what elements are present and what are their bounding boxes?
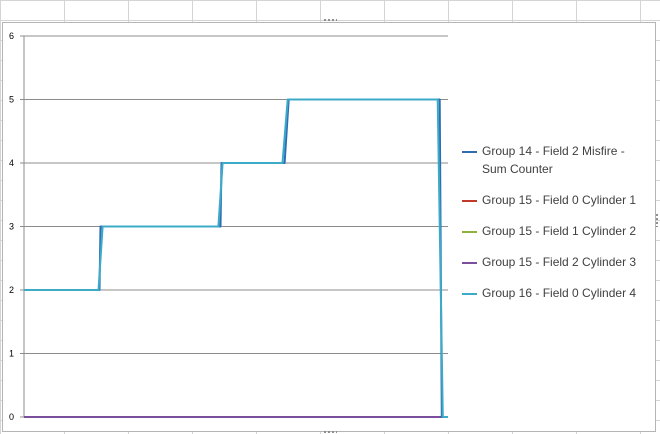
y-tick-label: 0 [9,412,14,422]
legend-swatch [462,262,477,264]
series-line-4[interactable] [24,98,448,418]
legend-item[interactable]: Group 15 - Field 0 Cylinder 1 [462,191,652,209]
legend-item[interactable]: Group 15 - Field 1 Cylinder 2 [462,222,652,240]
y-tick-label: 6 [9,31,14,41]
chart-legend[interactable]: Group 14 - Field 2 Misfire - Sum Counter… [462,142,652,315]
legend-item[interactable]: Group 15 - Field 2 Cylinder 3 [462,253,652,271]
y-tick-label: 4 [9,158,14,168]
y-tick-label: 3 [9,222,14,232]
legend-swatch [462,293,477,295]
legend-label: Group 15 - Field 2 Cylinder 3 [482,255,637,269]
legend-item[interactable]: Group 16 - Field 0 Cylinder 4 [462,284,652,302]
legend-label: Group 15 - Field 0 Cylinder 1 [482,193,637,207]
legend-swatch [462,200,477,202]
legend-swatch [462,231,477,233]
series-line-0[interactable] [24,98,448,418]
legend-label: Group 16 - Field 0 Cylinder 4 [482,286,637,300]
legend-label: Group 15 - Field 1 Cylinder 2 [482,224,637,238]
legend-swatch [462,151,477,153]
y-tick-label: 1 [9,349,14,359]
legend-label: Group 14 - Field 2 Misfire - Sum Counter [482,144,625,176]
y-tick-label: 2 [9,285,14,295]
y-tick-label: 5 [9,95,14,105]
legend-item[interactable]: Group 14 - Field 2 Misfire - Sum Counter [462,142,652,178]
